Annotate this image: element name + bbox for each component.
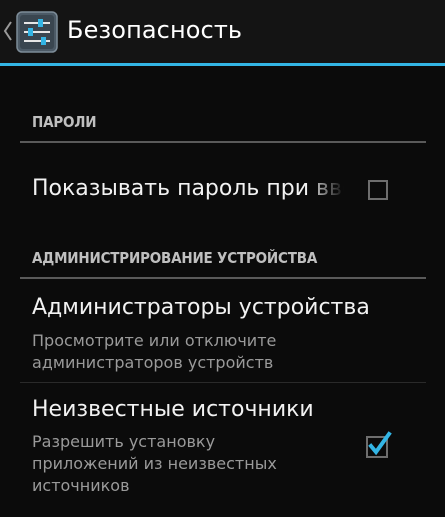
security-settings-screen: Безопасность ПАРОЛИ Показывать пароль пр… <box>0 0 445 517</box>
item-title: Администраторы устройства <box>32 295 370 320</box>
section-header-passwords: ПАРОЛИ <box>32 113 97 131</box>
list-item-device-admins[interactable]: Администраторы устройства Просмотрите ил… <box>20 279 426 382</box>
page-title: Безопасность <box>67 16 243 44</box>
summary-line: источников <box>32 476 130 495</box>
summary-line: Просмотрите или отключите <box>32 331 277 350</box>
chevron-left-icon[interactable] <box>3 20 13 42</box>
unknown-sources-checkbox[interactable] <box>366 431 392 459</box>
settings-sliders-icon[interactable] <box>15 10 59 54</box>
item-title: Неизвестные источники <box>32 397 314 422</box>
summary-line: администраторов устройств <box>32 353 274 372</box>
list-item-unknown-sources[interactable]: Неизвестные источники Разрешить установк… <box>20 383 426 513</box>
show-password-checkbox[interactable] <box>368 180 388 200</box>
action-bar-accent-line <box>0 63 445 66</box>
item-summary: Просмотрите или отключите администраторо… <box>32 330 276 374</box>
summary-line: Разрешить установку <box>32 432 216 451</box>
list-item-show-password[interactable]: Показывать пароль при вводе <box>20 142 426 238</box>
item-title: Показывать пароль при вводе <box>32 176 344 201</box>
section-header-device-admin: АДМИНИСТРИРОВАНИЕ УСТРОЙСТВА <box>32 249 318 267</box>
summary-line: приложений из неизвестных <box>32 454 277 473</box>
item-summary: Разрешить установку приложений из неизве… <box>32 431 277 497</box>
action-bar: Безопасность <box>0 0 445 63</box>
